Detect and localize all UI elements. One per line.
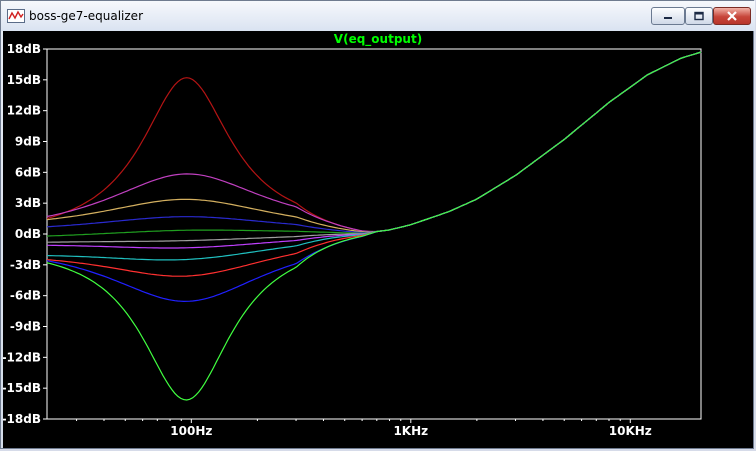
eq-trace-3 [46, 51, 702, 233]
plot-frame [46, 48, 702, 420]
eq-trace-6 [47, 51, 702, 243]
eq-trace-2 [46, 51, 702, 233]
y-tick-label: 6dB [15, 165, 41, 179]
x-tick-label: 1KHz [393, 424, 428, 438]
bode-plot[interactable]: 18dB 15dB 12dB 9dB 6dB 3dB 0dB -3dB -6dB -9dB -12d… [3, 31, 753, 448]
eq-trace-8 [47, 51, 702, 261]
maximize-icon [694, 11, 704, 21]
minimize-icon [664, 17, 672, 19]
eq-trace-11 [46, 51, 702, 401]
waveform-icon [7, 9, 25, 23]
y-tick-label: 3dB [15, 196, 41, 210]
close-icon [727, 11, 737, 21]
y-tick-label: -12dB [3, 350, 41, 364]
title-bar[interactable]: boss-ge7-equalizer [1, 1, 755, 31]
y-tick-label: -6dB [10, 289, 41, 303]
y-tick-label: 15dB [7, 73, 41, 87]
y-tick-label: 12dB [7, 104, 41, 118]
x-tick-label: 10KHz [609, 424, 652, 438]
eq-trace-9 [46, 51, 702, 277]
plot-area[interactable]: V(eq_output) 18dB 15dB 12dB 9dB 6dB 3dB 0dB -3d… [3, 31, 753, 448]
y-tick-label: -18dB [3, 412, 41, 426]
y-tick-label: -15dB [3, 381, 41, 395]
y-tick-label: -3dB [10, 258, 41, 272]
minimize-button[interactable] [651, 7, 685, 25]
y-tick-label: 0dB [15, 227, 41, 241]
eq-trace-1 [46, 51, 702, 233]
eq-trace-5 [46, 51, 702, 237]
maximize-button[interactable] [685, 7, 713, 25]
y-tick-label: 18dB [7, 42, 41, 56]
eq-trace-10 [46, 51, 702, 303]
close-button[interactable] [713, 7, 751, 25]
app-window: boss-ge7-equalizer V(eq_output) 18dB 15dB… [0, 0, 755, 449]
y-tick-label: 9dB [15, 135, 41, 149]
eq-trace-4 [46, 51, 702, 234]
x-tick-label: 100Hz [170, 424, 212, 438]
window-title: boss-ge7-equalizer [29, 9, 143, 23]
y-tick-label: -9dB [10, 320, 41, 334]
